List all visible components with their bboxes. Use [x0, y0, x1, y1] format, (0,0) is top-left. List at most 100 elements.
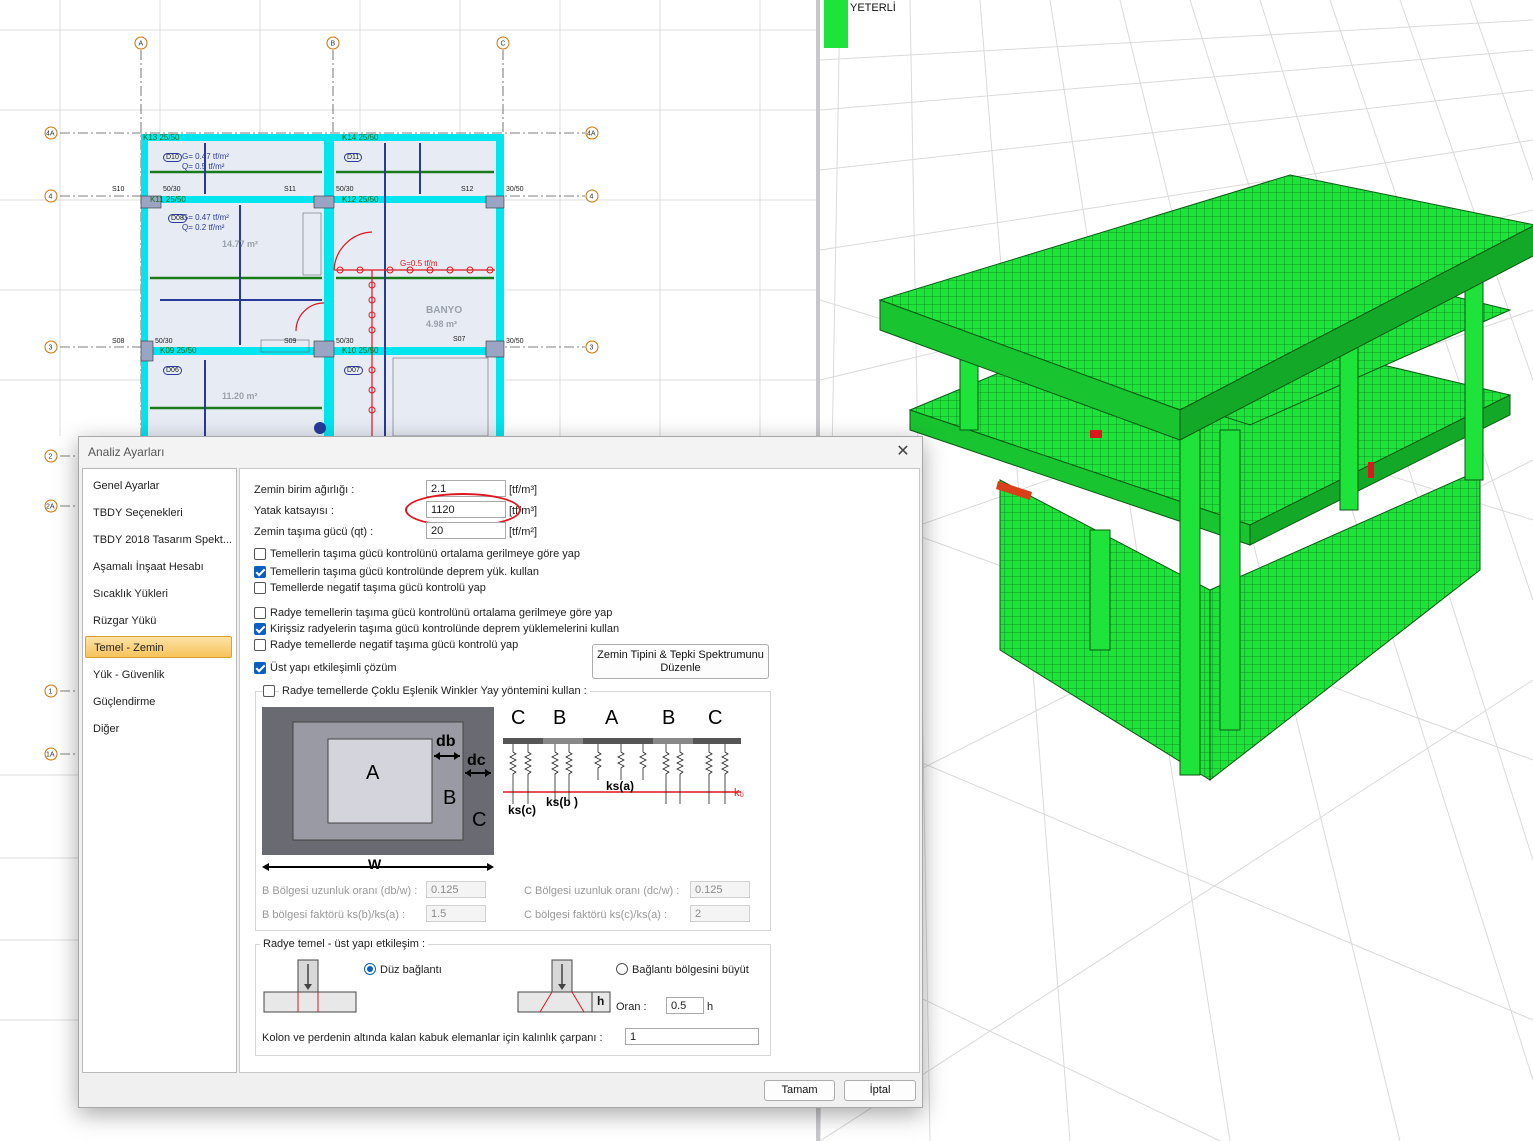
dialog-title: Analiz Ayarları [88, 445, 165, 459]
check-superstructure-interaction[interactable] [254, 662, 266, 674]
svg-text:B: B [331, 41, 336, 48]
svg-text:4: 4 [590, 194, 594, 201]
svg-text:4A: 4A [587, 131, 596, 138]
check-raft-avg-stress[interactable] [254, 607, 266, 619]
slab-label: S11 [284, 186, 296, 193]
beam-label: K10 25/50 [342, 346, 379, 355]
room-area: 11.20 m² [222, 391, 258, 401]
nav-item-guclendirme[interactable]: Güçlendirme [85, 691, 232, 713]
diagram-label-c: C [472, 809, 487, 831]
bed-coefficient-label: Yatak katsayısı : [254, 505, 334, 517]
db-ratio-label: B Bölgesi uzunluk oranı (db/w) : [262, 885, 418, 897]
beam-label: K11 25/50 [150, 195, 186, 204]
thickness-factor-label: Kolon ve perdenin altında kalan kabuk el… [262, 1032, 603, 1044]
nav-item-genel-ayarlar[interactable]: Genel Ayarlar [85, 475, 232, 497]
check-superstructure-interaction-label: Üst yapı etkileşimli çözüm [270, 662, 397, 674]
section-label-b-right: B [662, 707, 676, 729]
soil-unit-weight-unit: [tf/m³] [509, 484, 538, 496]
svg-text:A: A [139, 41, 144, 48]
section-label-ko: k₀ [734, 787, 745, 799]
soil-unit-weight-label: Zemin birim ağırlığı : [254, 484, 355, 496]
cancel-button[interactable]: İptal [844, 1080, 916, 1101]
section-label-c-left: C [511, 707, 526, 729]
load-label: G= 0.47 tf/m² [182, 213, 229, 222]
bearing-capacity-input[interactable]: 20 [426, 522, 506, 539]
c-factor-label: C bölgesi faktörü ks(c)/ks(a) : [524, 909, 668, 921]
load-label: G= 0.47 tf/m² [182, 152, 229, 161]
check-winkler-label: Radye temellerde Çoklu Eşlenik Winkler Y… [279, 685, 590, 697]
slab-label: S09 [284, 338, 297, 345]
temel-zemin-panel: Zemin birim ağırlığı : 2.1 [tf/m³] Yatak… [239, 468, 920, 1073]
section-label-ks-c: ks(c) [508, 803, 537, 817]
slab-label: S07 [453, 336, 466, 343]
check-seismic-load-label: Temellerin taşıma gücü kontrolünde depre… [270, 566, 540, 578]
bearing-capacity-unit: [tf/m²] [509, 526, 538, 538]
svg-text:1: 1 [49, 689, 53, 696]
nav-item-yuk-guvenlik[interactable]: Yük - Güvenlik [85, 664, 232, 686]
radio-flat-connection[interactable] [364, 963, 376, 975]
edit-spectrum-button-line2: Düzenle [660, 662, 701, 674]
radio-enlarge-connection-label: Bağlantı bölgesini büyüt [632, 964, 749, 976]
column-label: 50/30 [155, 338, 173, 345]
check-raft-negative-bearing[interactable] [254, 639, 266, 651]
column-label: 50/30 [336, 186, 354, 193]
ratio-input[interactable]: 0.5 [666, 997, 704, 1014]
nav-item-asamali-insaat[interactable]: Aşamalı İnşaat Hesabı [85, 556, 232, 578]
nav-item-temel-zemin[interactable]: Temel - Zemin [85, 636, 232, 658]
nav-item-tbdy-spektrum[interactable]: TBDY 2018 Tasarım Spekt... [85, 529, 232, 551]
nav-item-sicaklik[interactable]: Sıcaklık Yükleri [85, 583, 232, 605]
section-label-c-right: C [708, 707, 723, 729]
check-avg-stress-label: Temellerin taşıma gücü kontrolünü ortala… [270, 548, 580, 560]
section-label-ks-a: ks(a) [606, 779, 635, 793]
slab-label: S08 [112, 338, 125, 345]
nav-item-ruzgar[interactable]: Rüzgar Yükü [85, 610, 232, 632]
check-beamless-raft-seismic-label: Kirişsiz radyelerin taşıma gücü kontrolü… [270, 623, 620, 635]
slab-label: S12 [461, 186, 474, 193]
svg-text:1A: 1A [46, 752, 55, 759]
status-indicator [824, 0, 848, 48]
axis-bubble-c: C [496, 36, 510, 50]
svg-text:4A: 4A [46, 131, 55, 138]
3d-model-view[interactable]: YETERLİ [820, 0, 1533, 1141]
section-label-ks-b: ks(b ) [546, 795, 579, 809]
svg-text:3: 3 [49, 345, 53, 352]
check-raft-negative-bearing-label: Radye temellerde negatif taşıma gücü kon… [270, 639, 519, 651]
3d-model-drawing [820, 0, 1533, 1141]
axis-bubble-b: B [326, 36, 340, 50]
c-factor-input[interactable]: 2 [690, 905, 750, 922]
flat-connection-icon [262, 958, 358, 1016]
check-seismic-load[interactable] [254, 566, 266, 578]
slab-id: D10 [163, 153, 182, 162]
radio-enlarge-connection[interactable] [616, 963, 628, 975]
slab-id: D07 [344, 366, 363, 375]
db-ratio-input[interactable]: 0.125 [426, 881, 486, 898]
ok-button[interactable]: Tamam [764, 1080, 835, 1101]
check-avg-stress[interactable] [254, 548, 266, 560]
thickness-factor-input[interactable]: 1 [625, 1028, 759, 1045]
column-label: 30/50 [506, 338, 524, 345]
edit-spectrum-button[interactable]: Zemin Tipini & Tepki Spektrumunu Düzenle [592, 644, 769, 679]
check-winkler[interactable] [263, 685, 275, 697]
dc-ratio-label: C Bölgesi uzunluk oranı (dc/w) : [524, 885, 680, 897]
ratio-label: Oran : [616, 1001, 647, 1013]
close-icon[interactable]: ✕ [892, 441, 914, 463]
interaction-title: Radye temel - üst yapı etkileşim : [260, 938, 429, 950]
radio-flat-connection-label: Düz bağlantı [380, 964, 442, 976]
nav-item-diger[interactable]: Diğer [85, 718, 232, 740]
dc-ratio-input[interactable]: 0.125 [690, 881, 750, 898]
diagram-label-a: A [366, 762, 380, 784]
check-beamless-raft-seismic[interactable] [254, 623, 266, 635]
load-label: Q= 0.5 tf/m² [182, 162, 225, 171]
dialog-titlebar[interactable]: Analiz Ayarları ✕ [79, 437, 922, 467]
nav-item-tbdy-secenekleri[interactable]: TBDY Seçenekleri [85, 502, 232, 524]
check-negative-bearing[interactable] [254, 582, 266, 594]
line-load-label: G=0.5 tf/m [400, 259, 438, 268]
column-label: 50/30 [336, 338, 354, 345]
section-label-b-left: B [553, 707, 567, 729]
beam-label: K09 25/50 [160, 346, 197, 355]
room-area: 4.98 m² [426, 319, 458, 329]
beam-label: K14 25/50 [342, 133, 379, 142]
b-factor-input[interactable]: 1.5 [426, 905, 486, 922]
svg-text:3: 3 [590, 345, 594, 352]
beam-label: K13 25/50 [143, 133, 180, 142]
